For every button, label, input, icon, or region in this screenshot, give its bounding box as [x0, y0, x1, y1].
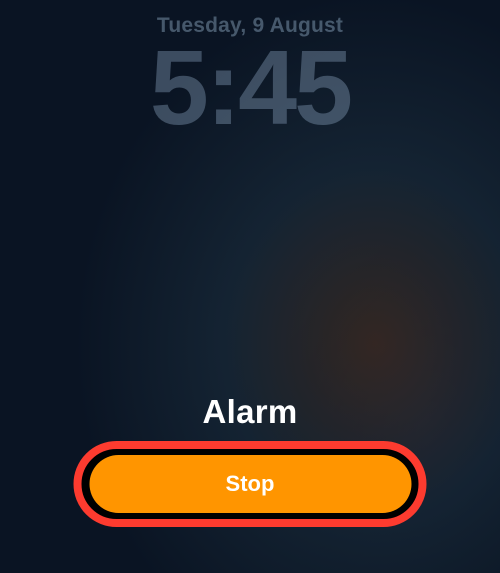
stop-button[interactable]: Stop	[89, 455, 411, 513]
annotation-highlight: Stop	[74, 441, 427, 527]
lockscreen-time: 5:45	[150, 28, 350, 149]
alarm-title: Alarm	[202, 393, 297, 431]
